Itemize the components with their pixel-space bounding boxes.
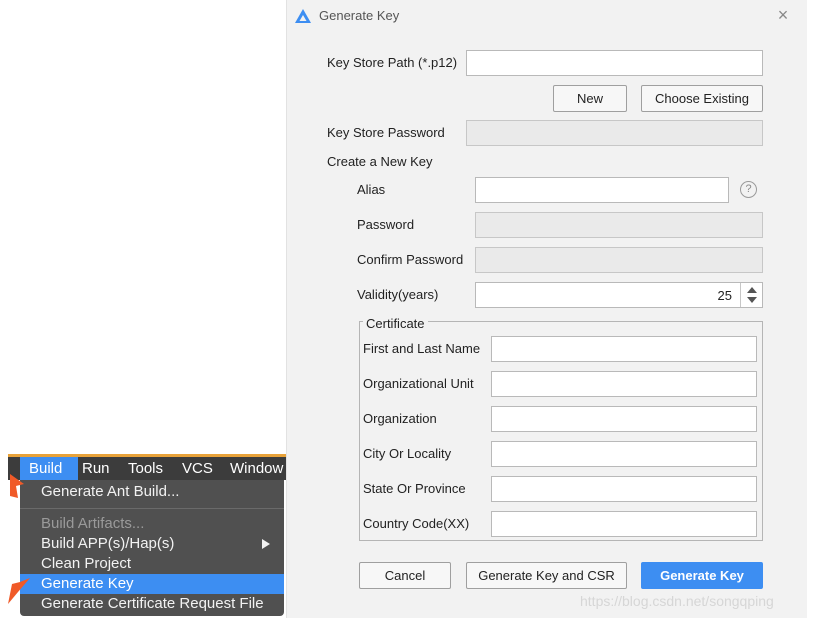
pointer-arrow-icon [8, 578, 30, 604]
keystore-password-input[interactable] [466, 120, 763, 146]
menubar-run[interactable]: Run [82, 460, 110, 477]
pointer-arrow-icon [10, 474, 24, 498]
menubar-vcs[interactable]: VCS [182, 460, 213, 477]
organizational-unit-input[interactable] [491, 371, 757, 397]
submenu-arrow-icon [262, 539, 270, 549]
menu-divider [20, 508, 284, 509]
country-code-label: Country Code(XX) [363, 516, 470, 531]
create-new-key-heading: Create a New Key [327, 154, 433, 169]
menu-item-clean-project[interactable]: Clean Project [20, 554, 284, 574]
cancel-button[interactable]: Cancel [359, 562, 451, 589]
country-code-input[interactable] [491, 511, 757, 537]
choose-existing-button[interactable]: Choose Existing [641, 85, 763, 112]
increment-arrow-icon[interactable] [747, 287, 757, 293]
dialog-title: Generate Key [319, 8, 400, 23]
organizational-unit-label: Organizational Unit [363, 376, 474, 391]
help-icon[interactable]: ? [740, 181, 757, 198]
city-locality-label: City Or Locality [363, 446, 452, 461]
menu-item-generate-certificate-request[interactable]: Generate Certificate Request File [20, 594, 284, 614]
menu-item-build-app-hap[interactable]: Build APP(s)/Hap(s) [20, 534, 284, 554]
confirm-password-input[interactable] [475, 247, 763, 273]
menu-item-build-artifacts: Build Artifacts... [41, 515, 145, 532]
state-province-label: State Or Province [363, 481, 466, 496]
decrement-arrow-icon[interactable] [747, 297, 757, 303]
dialog-titlebar: Generate Key × [287, 0, 808, 32]
confirm-password-label: Confirm Password [357, 252, 464, 267]
app-logo-icon [295, 9, 311, 23]
first-last-name-label: First and Last Name [363, 341, 481, 356]
menu-item-generate-key[interactable]: Generate Key [20, 574, 284, 594]
keystore-password-label: Key Store Password [327, 125, 445, 140]
validity-stepper[interactable] [740, 283, 762, 307]
menu-item-generate-ant-build[interactable]: Generate Ant Build... [20, 482, 284, 502]
validity-value: 25 [717, 288, 732, 303]
keystore-path-input[interactable] [466, 50, 763, 76]
menubar-window[interactable]: Window [230, 460, 283, 477]
new-button[interactable]: New [553, 85, 627, 112]
watermark: https://blog.csdn.net/songqping [580, 593, 774, 609]
first-last-name-input[interactable] [491, 336, 757, 362]
validity-spinner-field[interactable]: 25 [475, 282, 763, 308]
generate-key-dialog: Generate Key × Key Store Path (*.p12) Ne… [286, 0, 807, 618]
state-province-input[interactable] [491, 476, 757, 502]
alias-input[interactable] [475, 177, 729, 203]
generate-key-button[interactable]: Generate Key [641, 562, 763, 589]
certificate-legend: Certificate [363, 316, 428, 331]
menu-item-build-app-hap-label: Build APP(s)/Hap(s) [41, 535, 175, 552]
menubar-tools[interactable]: Tools [128, 460, 163, 477]
password-label: Password [357, 217, 415, 232]
alias-label: Alias [357, 182, 386, 197]
generate-key-and-csr-button[interactable]: Generate Key and CSR [466, 562, 627, 589]
keystore-path-label: Key Store Path (*.p12) [327, 55, 458, 70]
organization-label: Organization [363, 411, 437, 426]
validity-label: Validity(years) [357, 287, 439, 302]
menubar-build[interactable]: Build [29, 460, 62, 477]
password-input[interactable] [475, 212, 763, 238]
city-locality-input[interactable] [491, 441, 757, 467]
menubar: Build Run Tools VCS Window [8, 454, 286, 480]
build-dropdown: Generate Ant Build... Build Artifacts...… [20, 480, 284, 616]
organization-input[interactable] [491, 406, 757, 432]
close-icon[interactable]: × [775, 6, 791, 24]
build-menu-overlay: Build Run Tools VCS Window Generate Ant … [0, 454, 286, 618]
